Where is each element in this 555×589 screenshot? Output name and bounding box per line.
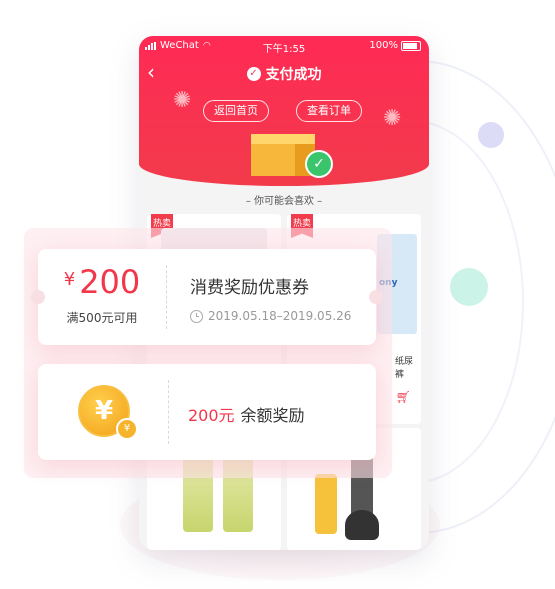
nav-bar: ‹ ✓ 支付成功 [139,60,429,86]
battery-icon [401,40,421,51]
reward-amount: 200元 [188,406,235,425]
coupon-card[interactable]: ¥200 满500元可用 消费奖励优惠券 2019.05.18–2019.05.… [31,249,383,345]
status-bar: WeChat ◠ 下午1:55 100% [139,36,429,56]
decor-dot-purple [478,122,504,148]
decor-dot-green [450,268,488,306]
battery-percent: 100% [369,40,398,51]
back-home-button[interactable]: 返回首页 [203,100,269,122]
cart-icon[interactable]: 🛒︎ [396,390,411,404]
coupon-date-range: 2019.05.18–2019.05.26 [208,309,352,323]
firework-left-icon: ✺ [173,88,192,113]
product-name: 纸尿裤 [395,357,414,380]
clock-icon [190,309,203,323]
coupon-divider [166,265,167,329]
coupon-title: 消费奖励优惠券 [190,278,309,298]
recommend-title: – 你可能会喜欢 – [245,196,323,207]
check-circle-icon: ✓ [246,67,261,81]
coupon-condition: 满500元可用 [66,311,138,325]
currency-symbol: ¥ [63,269,76,290]
coupon-value: 200 [79,263,141,301]
page-title: 支付成功 [265,67,322,83]
view-order-button[interactable]: 查看订单 [296,100,362,122]
balance-reward-card[interactable]: ¥ ¥ 200元 余额奖励 [38,364,376,460]
coin-small-icon: ¥ [116,418,138,440]
coupon-amount: ¥200 [38,263,166,301]
success-header: WeChat ◠ 下午1:55 100% ‹ ✓ 支付成功 返回首页 查看订单 … [139,36,429,186]
cup-image [315,474,337,534]
reward-label: 余额奖励 [240,406,305,425]
success-check-icon: ✓ [305,150,333,178]
firework-right-icon: ✺ [383,106,402,131]
reward-divider [168,380,169,444]
